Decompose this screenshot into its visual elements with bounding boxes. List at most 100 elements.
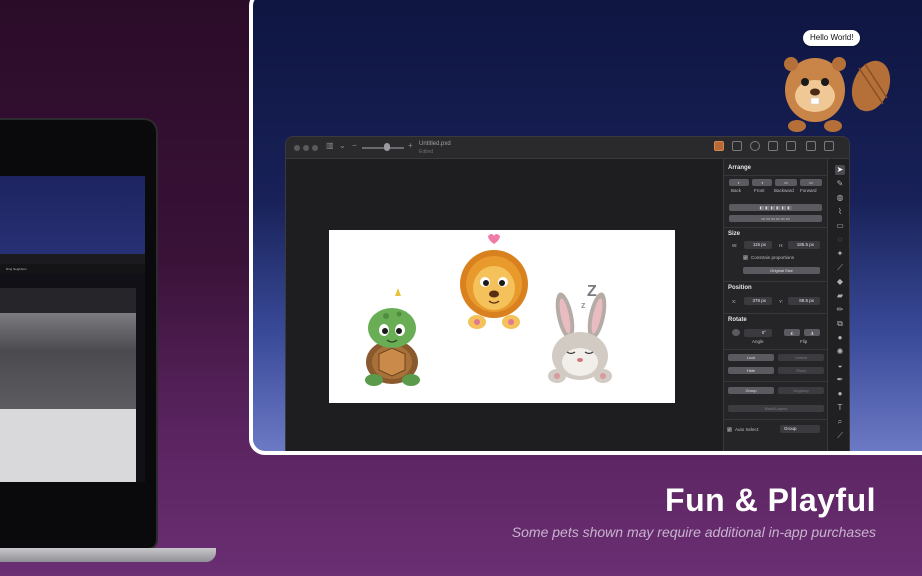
lion-sticker[interactable]	[460, 234, 528, 329]
chevron-down-icon[interactable]: ⌄	[339, 141, 346, 150]
arrow-icon[interactable]: ➤	[835, 165, 845, 175]
divider	[724, 419, 827, 420]
zoom-out-icon[interactable]: −	[352, 141, 357, 150]
zoom-icon[interactable]: ⌕	[835, 417, 845, 427]
angle-label: Angle	[752, 339, 764, 344]
align-row-1[interactable]: ▮▯ ▮▯ ▮▯ ▮▯ ▮▯ ▮▯	[729, 204, 822, 211]
auto-select-dropdown[interactable]: Group	[780, 425, 820, 433]
laptop-app-toolbar: ⊙ ⇪ + ⧉	[0, 254, 145, 339]
desktop-screenshot-frame: ▥ ⌄ − + Untitled.pxd Edited Z z Arrange …	[249, 0, 922, 455]
size-section-title: Size	[728, 231, 741, 237]
eyedropper-icon[interactable]: ⌇	[835, 207, 845, 217]
constrain-label: Constrain proportions	[751, 255, 795, 260]
pets-illustration: Z z	[365, 234, 612, 386]
y-field[interactable]: 88.5 px	[788, 297, 820, 305]
eraser-icon[interactable]: ▰	[835, 291, 845, 301]
zoom-in-icon[interactable]: +	[408, 141, 413, 150]
clone-icon[interactable]: ⧉	[835, 319, 845, 329]
laptop-content	[0, 313, 136, 409]
color-picker-icon[interactable]: ⟋	[835, 431, 845, 441]
pen-tool-icon[interactable]: ✒	[835, 375, 845, 385]
divider	[724, 281, 827, 282]
rotate-section-title: Rotate	[728, 317, 747, 323]
constrain-checkbox[interactable]: ✓	[743, 255, 748, 260]
rotate-dial[interactable]	[732, 329, 740, 336]
flip-horizontal-button[interactable]: ◭	[784, 329, 800, 336]
brush-icon[interactable]: ⟋	[835, 263, 845, 273]
unlock-button[interactable]: Unlock	[778, 354, 824, 361]
window-titlebar: ▥ ⌄ − + Untitled.pxd Edited	[286, 137, 849, 159]
auto-select-checkbox[interactable]: ✓	[727, 427, 732, 432]
align-row-2[interactable]: ▭ ▭ ▭ ▭ ▭ ▭	[729, 215, 822, 222]
original-size-button[interactable]: Original Size	[743, 267, 820, 274]
info-icon[interactable]	[750, 141, 760, 151]
document-title: Untitled.pxd	[419, 141, 451, 147]
headline: Fun & Playful	[665, 482, 876, 518]
bring-forward-button[interactable]: ▭	[800, 179, 822, 186]
sidebar-toggle-icon[interactable]: ▥	[326, 141, 334, 150]
image-canvas[interactable]: Z z	[329, 230, 675, 403]
magic-wand-icon[interactable]: ✦	[835, 249, 845, 259]
bring-back-button[interactable]: ◐	[729, 179, 749, 186]
hide-button[interactable]: Hide	[728, 367, 774, 374]
width-field[interactable]: 115 px	[744, 241, 772, 249]
height-field[interactable]: 185.5 px	[788, 241, 820, 249]
back-label: Back	[731, 188, 742, 193]
show-button[interactable]: Show	[778, 367, 824, 374]
shape-icon[interactable]: ●	[835, 389, 845, 399]
height-label: H:	[779, 243, 784, 248]
divider	[724, 381, 827, 382]
pencil-icon[interactable]: ✏	[835, 305, 845, 315]
turtle-sticker[interactable]	[365, 288, 420, 386]
mask-layers-button[interactable]: Mask/Layers	[728, 405, 824, 412]
subline: Some pets shown may require additional i…	[511, 524, 876, 540]
flip-vertical-button[interactable]: ◮	[804, 329, 820, 336]
laptop-lower-area	[0, 409, 136, 482]
lasso-icon[interactable]: ◌	[835, 235, 845, 245]
divider	[724, 175, 827, 176]
editor-window: ▥ ⌄ − + Untitled.pxd Edited Z z Arrange …	[285, 136, 850, 451]
beaver-mascot	[784, 57, 891, 132]
bring-front-button[interactable]: ◑	[752, 179, 772, 186]
x-field[interactable]: 378 px	[744, 297, 772, 305]
backward-label: Backward	[774, 188, 794, 193]
layers-icon[interactable]	[732, 141, 742, 151]
rectangle-select-icon[interactable]: ▭	[835, 221, 845, 231]
minimize-window-button[interactable]	[303, 145, 309, 151]
position-section-title: Position	[728, 285, 752, 291]
rabbit-sticker[interactable]: Z z	[548, 283, 612, 383]
bucket-icon[interactable]: ◆	[835, 277, 845, 287]
x-label: X:	[732, 299, 737, 304]
ungroup-button[interactable]: Ungroup	[778, 387, 824, 394]
laptop-panel	[0, 288, 136, 313]
pets-icon[interactable]	[714, 141, 724, 151]
laptop-tab-label: Ring Neighbors	[6, 267, 27, 271]
laptop-device: ⊙ ⇪ + ⧉ Ring Neighbors	[0, 118, 158, 550]
text-icon[interactable]: T	[835, 403, 845, 413]
laptop-screen: ⊙ ⇪ + ⧉ Ring Neighbors	[0, 176, 145, 482]
zoom-slider[interactable]	[362, 147, 404, 149]
inspector-panel: Arrange ◐ ◑ ▭ ▭ Back Front Backward Forw…	[723, 159, 827, 451]
zoom-slider-knob[interactable]	[384, 143, 390, 151]
sponge-icon[interactable]: ✺	[835, 347, 845, 357]
speech-bubble: Hello World!	[803, 30, 861, 46]
flip-label: Flip	[800, 339, 808, 344]
laptop-screen-wallpaper	[0, 176, 145, 254]
arrange-section-title: Arrange	[728, 165, 752, 171]
zoom-window-button[interactable]	[312, 145, 318, 151]
laptop-base	[0, 548, 216, 562]
divider	[724, 313, 827, 314]
close-window-button[interactable]	[294, 145, 300, 151]
front-label: Front	[754, 188, 765, 193]
group-button[interactable]: Group	[728, 387, 774, 394]
blur-icon[interactable]: ●	[835, 333, 845, 343]
pen-icon[interactable]: ✎	[835, 179, 845, 189]
svg-text:z: z	[581, 300, 586, 310]
width-label: W:	[732, 243, 738, 248]
lock-button[interactable]: Lock	[728, 354, 774, 361]
y-label: Y:	[779, 299, 784, 304]
burn-icon[interactable]: ◒	[835, 361, 845, 371]
fill-icon[interactable]: ◍	[835, 193, 845, 203]
send-backward-button[interactable]: ▭	[775, 179, 797, 186]
angle-field[interactable]: 0°	[744, 329, 772, 337]
